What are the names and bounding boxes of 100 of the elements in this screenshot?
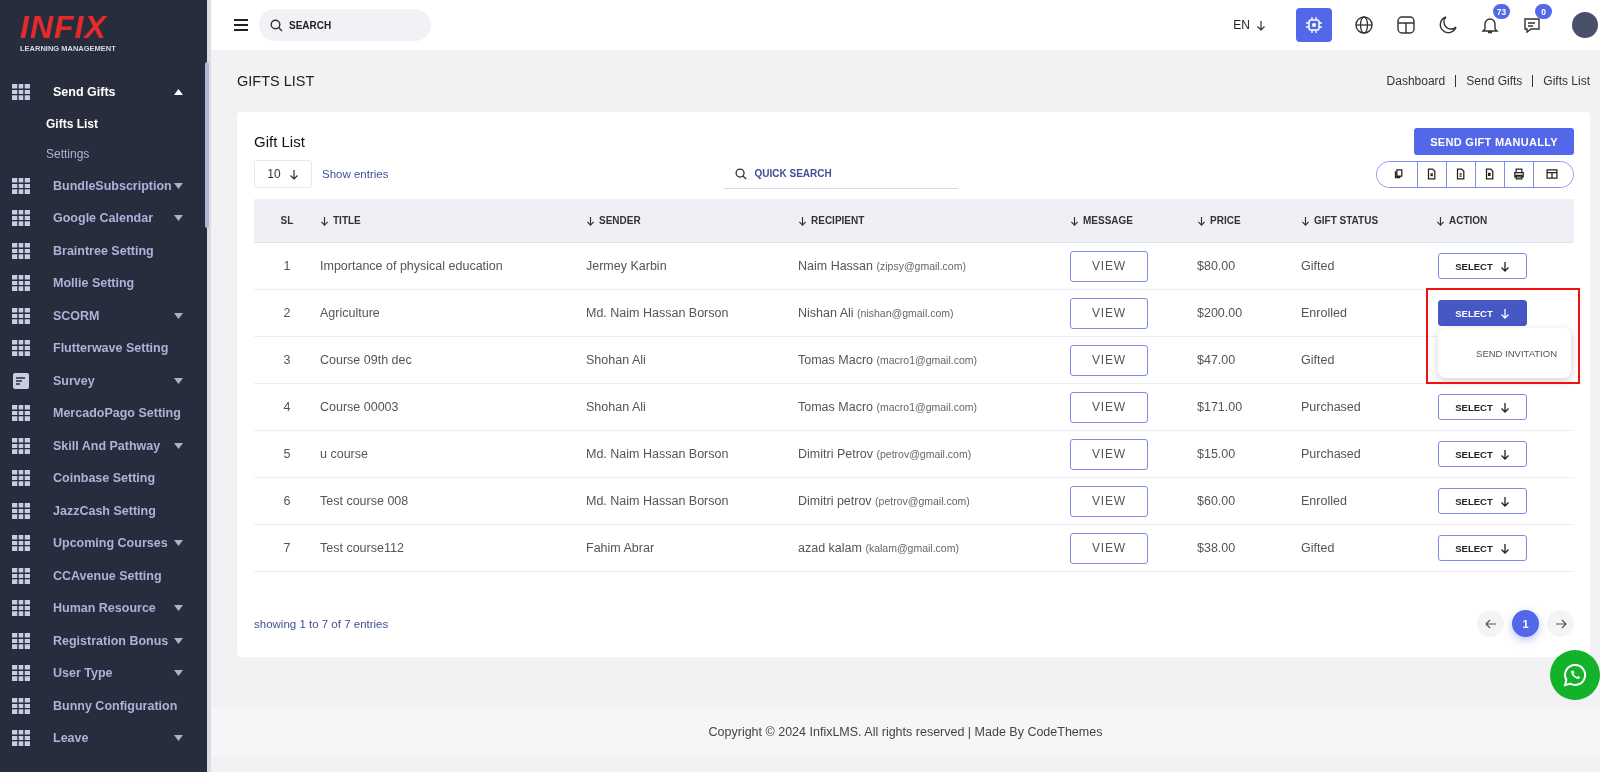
grid-icon	[12, 84, 30, 101]
sidebar-item[interactable]: Skill And Pathway	[0, 429, 207, 462]
sidebar-item[interactable]: MercadoPago Setting	[0, 397, 207, 430]
view-button[interactable]: VIEW	[1070, 297, 1148, 329]
scrollbar[interactable]	[205, 62, 209, 228]
caret-icon	[174, 312, 183, 319]
column-header[interactable]: PRICE	[1197, 215, 1301, 226]
table-cell-text: Gifted	[1301, 259, 1336, 273]
globe-icon[interactable]	[1354, 15, 1374, 35]
sidebar-item[interactable]: Bunny Configuration	[0, 689, 207, 722]
table-cell-text: Jermey Karbin	[586, 259, 668, 273]
layout-icon[interactable]	[1396, 15, 1416, 35]
arrow-right-icon	[1554, 618, 1567, 629]
table-cell-text: Naim Hassan (zipsy@gmail.com)	[798, 259, 967, 273]
moon-icon[interactable]	[1438, 15, 1458, 35]
sidebar-item[interactable]: Human Resource	[0, 592, 207, 625]
table-cell-text: $171.00	[1197, 400, 1244, 414]
page-button[interactable]: 1	[1512, 610, 1539, 637]
column-header[interactable]: SENDER	[586, 215, 798, 226]
grid-icon	[12, 697, 30, 714]
sort-arrow-icon	[1070, 215, 1079, 226]
sidebar-item[interactable]: Braintree Setting	[0, 234, 207, 267]
table-cell-text: $80.00	[1197, 259, 1237, 273]
caret-icon	[174, 442, 183, 449]
sidebar-item[interactable]: CCAvenue Setting	[0, 559, 207, 592]
table-cell-text: Enrolled	[1301, 306, 1348, 320]
grid-icon	[12, 405, 30, 422]
select-button[interactable]: SELECT	[1438, 300, 1527, 326]
language-selector[interactable]: EN	[1227, 17, 1272, 33]
table-cell-text: Course 00003	[320, 400, 400, 414]
chip-button[interactable]	[1296, 8, 1332, 42]
arrow-down-icon	[1499, 542, 1510, 554]
table-cell-text: Test course112	[320, 541, 405, 555]
column-header[interactable]: SL	[254, 215, 320, 226]
grid-icon	[12, 275, 30, 292]
select-button[interactable]: SELECT	[1438, 253, 1527, 279]
column-header[interactable]: TITLE	[320, 215, 586, 226]
chip-icon	[1304, 15, 1324, 35]
table-cell-text: Shohan Ali	[586, 400, 647, 414]
sort-arrow-icon	[1301, 215, 1310, 226]
table-cell-text: Enrolled	[1301, 494, 1348, 508]
sidebar-subitem[interactable]: Gifts List	[0, 108, 207, 139]
caret-icon	[174, 215, 183, 222]
sidebar-item[interactable]: Flutterwave Setting	[0, 332, 207, 365]
sidebar-item[interactable]: Registration Bonus	[0, 624, 207, 657]
copyright-text: Copyright © 2024 InfixLMS. All rights reserved | Made By CodeThemes	[708, 725, 1103, 739]
card-title: Gift List	[254, 133, 305, 150]
view-button[interactable]: VIEW	[1070, 391, 1148, 423]
columns-icon	[1544, 167, 1559, 181]
breadcrumb-link[interactable]: Dashboard	[1376, 75, 1456, 87]
table-cell-text: 1	[282, 259, 292, 273]
sidebar-item[interactable]: Survey	[0, 364, 207, 397]
column-header[interactable]: GIFT STATUS	[1301, 215, 1436, 226]
page-size-select[interactable]: 10	[254, 160, 312, 188]
sidebar-item[interactable]: SCORM	[0, 299, 207, 332]
view-button[interactable]: VIEW	[1070, 438, 1148, 470]
avatar[interactable]	[1572, 12, 1598, 38]
table-cell-text: $200.00	[1197, 306, 1244, 320]
sidebar-item[interactable]: User Type	[0, 657, 207, 690]
column-header[interactable]: MESSAGE	[1070, 215, 1197, 226]
table-cell-text: Shohan Ali	[586, 353, 647, 367]
chat-bubble-button[interactable]	[1550, 650, 1600, 700]
arrow-down-icon	[1499, 495, 1510, 507]
menu-item[interactable]: SEND INVITATION	[1476, 347, 1557, 359]
column-header[interactable]: ACTION	[1436, 215, 1574, 226]
sidebar-item[interactable]: Send Gifts	[0, 76, 207, 109]
sidebar-item[interactable]: Google Calendar	[0, 202, 207, 235]
select-button[interactable]: SELECT	[1438, 441, 1527, 467]
sidebar-item[interactable]: Upcoming Courses	[0, 527, 207, 560]
view-button[interactable]: VIEW	[1070, 532, 1148, 564]
sort-arrow-icon	[320, 215, 329, 226]
menu-icon[interactable]	[233, 18, 249, 32]
columns-button[interactable]	[1533, 161, 1573, 187]
bell-icon[interactable]	[1480, 15, 1500, 35]
caret-icon	[174, 670, 183, 677]
sidebar-subitem[interactable]: Settings	[0, 139, 207, 170]
notification-count: 73	[1493, 4, 1510, 19]
select-button[interactable]: SELECT	[1438, 488, 1527, 514]
arrow-down-icon	[1256, 19, 1266, 31]
view-button[interactable]: VIEW	[1070, 485, 1148, 517]
chat-icon[interactable]	[1522, 15, 1542, 35]
search-icon	[735, 168, 748, 180]
breadcrumb-link[interactable]: Send Gifts	[1455, 75, 1533, 87]
select-button[interactable]: SELECT	[1438, 394, 1527, 420]
view-button[interactable]: VIEW	[1070, 344, 1148, 376]
table-cell-text: Gifted	[1301, 541, 1336, 555]
send-gift-button[interactable]: SEND GIFT MANUALLY	[1414, 128, 1574, 155]
sidebar-item[interactable]: Leave	[0, 722, 207, 755]
search-field[interactable]: SEARCH	[259, 9, 431, 41]
grid-icon	[12, 632, 30, 649]
view-button[interactable]: VIEW	[1070, 250, 1148, 282]
sidebar-item[interactable]: JazzCash Setting	[0, 494, 207, 527]
sidebar-item[interactable]: Coinbase Setting	[0, 462, 207, 495]
column-header[interactable]: RECIPIENT	[798, 215, 1070, 226]
breadcrumb-link[interactable]: Gifts List	[1532, 75, 1600, 87]
arrow-down-icon	[1499, 260, 1510, 272]
sidebar-item[interactable]: BundleSubscription	[0, 169, 207, 202]
sidebar-item[interactable]: Mollie Setting	[0, 267, 207, 300]
grid-icon	[12, 340, 30, 357]
select-button[interactable]: SELECT	[1438, 535, 1527, 561]
